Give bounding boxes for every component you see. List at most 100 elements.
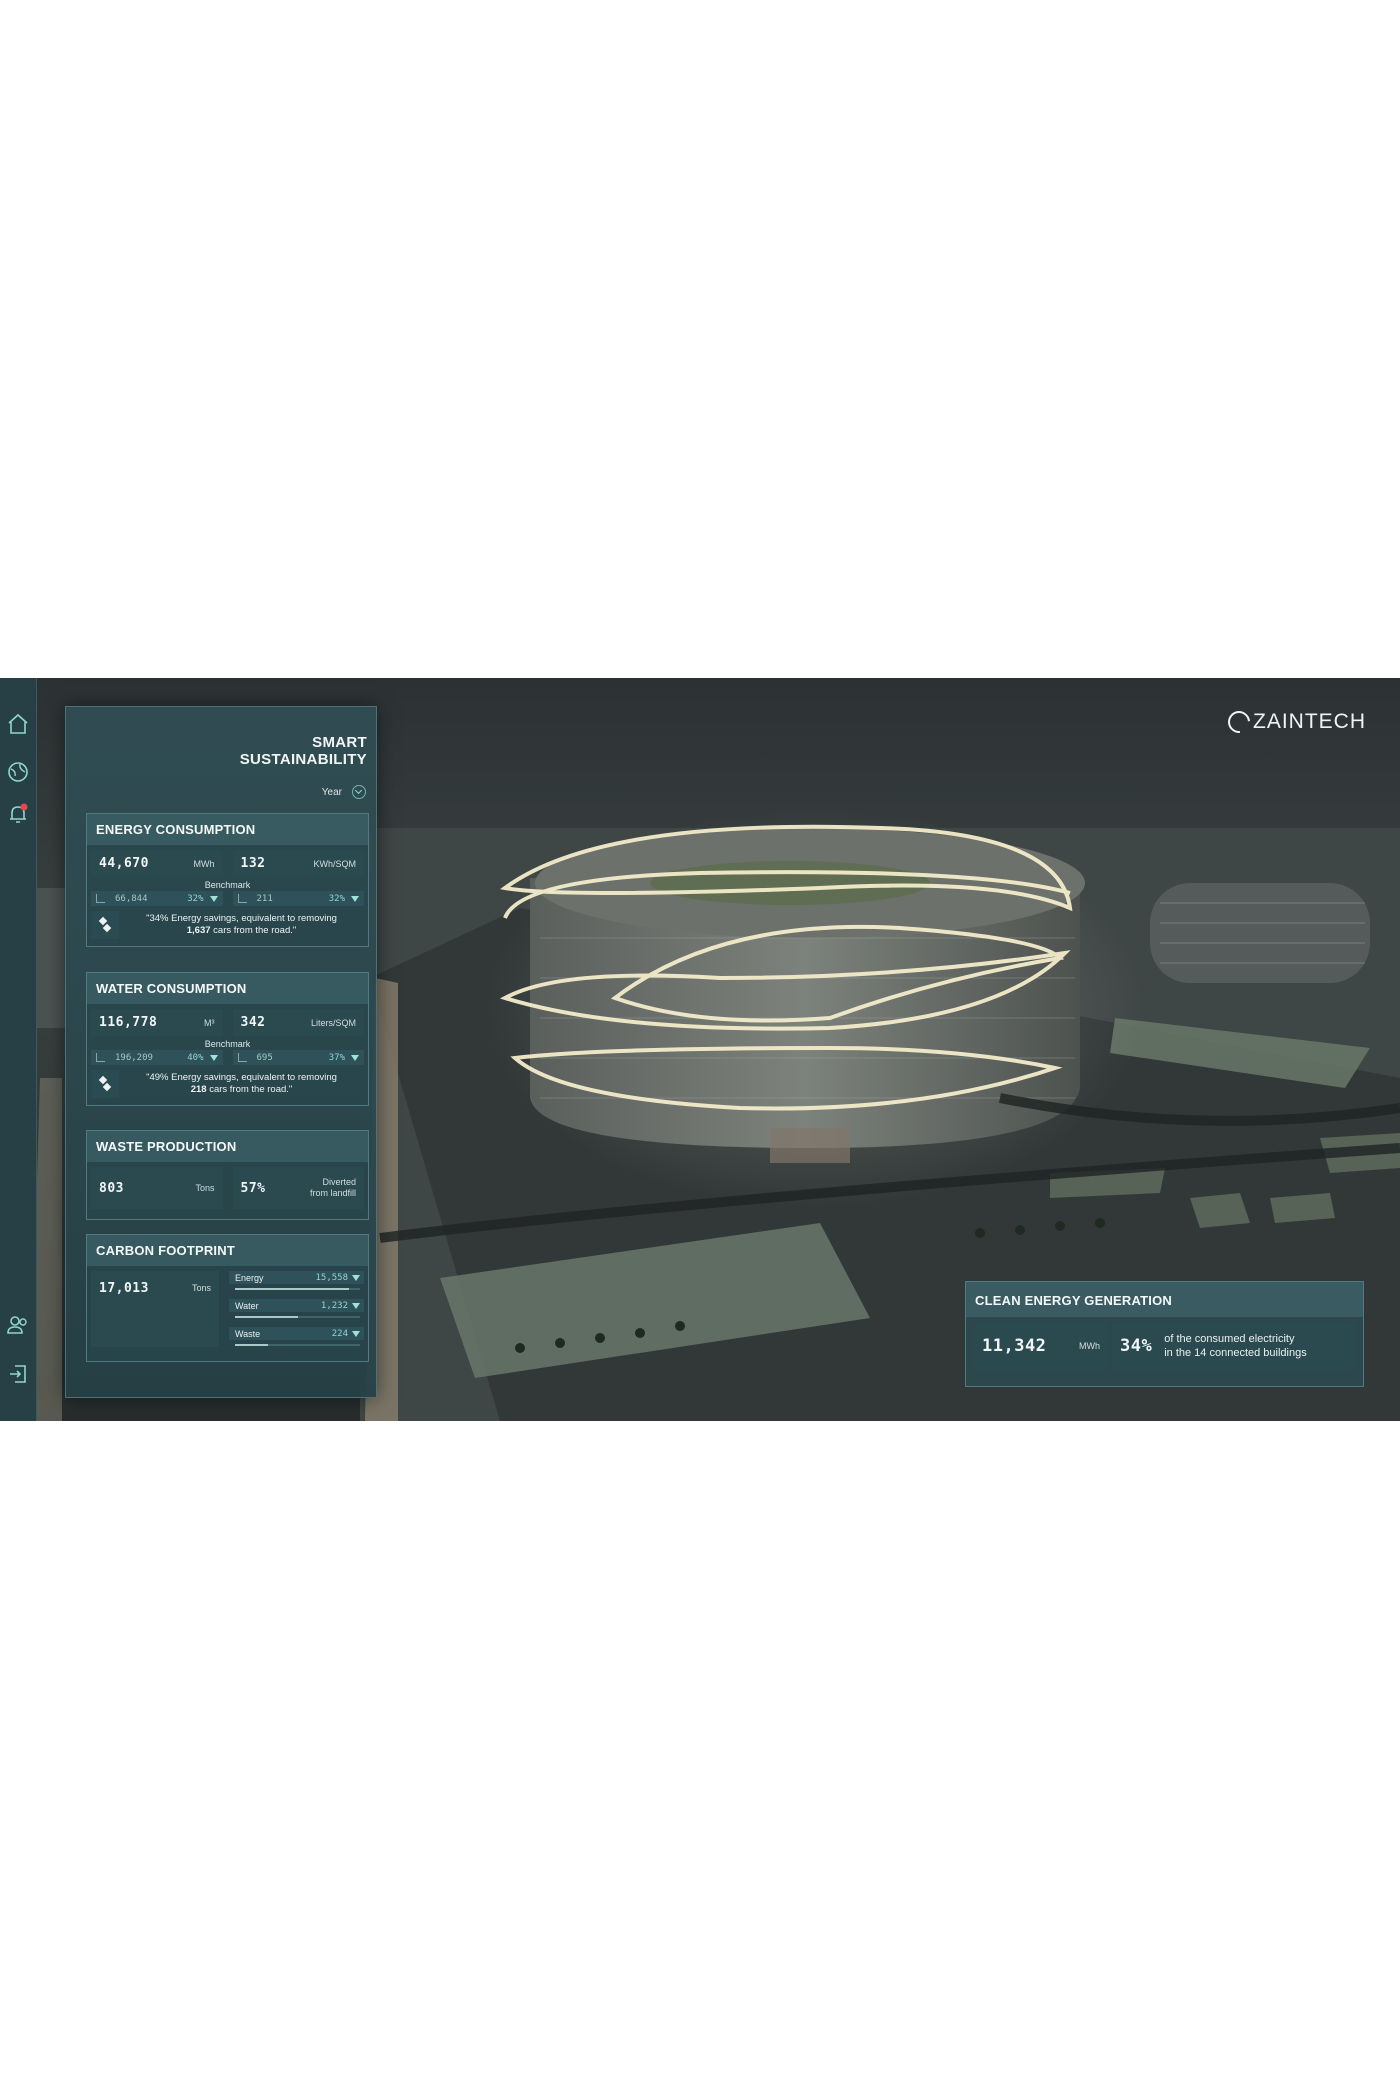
energy-card[interactable]: ENERGY CONSUMPTION 44,670 MWh 132 KWh/SQ… [86,813,369,947]
arrow-down-icon [352,1274,360,1281]
water-bench-intensity-value: 695 [256,1052,273,1063]
waste-diverted: 57% Diverted from landfill [232,1167,364,1209]
carbon-item-value: 15,558 [315,1272,348,1283]
water-quote-pre: "49% Energy savings, equivalent to remov… [146,1072,337,1083]
arrow-down-icon [352,1330,360,1337]
energy-bench-intensity-value: 211 [256,893,273,904]
water-card[interactable]: WATER CONSUMPTION 116,778 M³ 342 Liters/… [86,972,369,1106]
carbon-item-waste: Waste 224 [229,1327,364,1351]
arrow-down-icon [351,895,359,902]
clean-energy-share: 34% of the consumed electricity in the 1… [1112,1322,1355,1370]
chevron-down-icon [352,785,366,799]
carbon-item-bar [235,1344,360,1346]
logout-icon[interactable] [6,1362,30,1386]
waste-card[interactable]: WASTE PRODUCTION 803 Tons 57% Diverted f… [86,1130,369,1220]
brand-logo-text: ZAINTECH [1253,710,1366,733]
water-bench-intensity: 695 37% [232,1050,364,1065]
carbon-item-bar-fill [235,1344,268,1346]
brand-swirl-icon [1223,706,1255,738]
water-quote-post: cars from the road." [209,1084,293,1095]
energy-intensity-unit: KWh/SQM [313,858,356,869]
panel-title: SMART SUSTAINABILITY [240,734,367,768]
carbon-item-energy: Energy 15,558 [229,1271,364,1295]
clean-energy-unit: MWh [1079,1341,1100,1351]
energy-card-title: ENERGY CONSUMPTION [87,814,368,845]
waste-total: 803 Tons [91,1167,223,1209]
energy-total-value: 44,670 [99,856,149,871]
clean-energy-pct: 34% [1120,1336,1153,1356]
energy-total-unit: MWh [193,858,215,869]
water-benchmark-label: Benchmark [204,1039,251,1049]
period-select-value: Year [321,786,342,798]
arrow-down-icon [209,895,218,902]
waste-diverted-value: 57% [240,1180,266,1196]
carbon-total: 17,013 Tons [91,1271,219,1305]
energy-bench-intensity-pct: 32% [328,893,345,904]
energy-quote: "34% Energy savings, equivalent to remov… [87,906,368,945]
carbon-item-value: 224 [331,1328,348,1339]
clean-energy-desc-2: in the 14 connected buildings [1164,1347,1307,1359]
energy-quote-pre: "34% Energy savings, equivalent to remov… [146,913,337,924]
energy-total: 44,670 MWh [91,850,223,877]
carbon-card[interactable]: CARBON FOOTPRINT 17,013 Tons Energy 15,5… [86,1234,369,1362]
carbon-item-bar-fill [235,1288,349,1290]
water-intensity: 342 Liters/SQM [232,1009,364,1036]
energy-quote-count: 1,637 [186,925,211,936]
carbon-total-unit: Tons [191,1283,211,1293]
panel-title-line2: SUSTAINABILITY [239,751,367,768]
carbon-item-bar-fill [235,1316,298,1318]
waste-diverted-label-1: Diverted [322,1177,356,1187]
brand-logo: ZAINTECH [1223,706,1366,738]
water-quote: "49% Energy savings, equivalent to remov… [87,1065,368,1104]
bar-chart-icon [96,894,105,903]
carbon-item-water: Water 1,232 [229,1299,364,1323]
clean-energy-title: CLEAN ENERGY GENERATION [966,1282,1363,1317]
water-total-unit: M³ [204,1017,215,1028]
home-icon[interactable] [6,712,30,736]
energy-quote-post: cars from the road." [213,925,297,936]
period-select[interactable]: Year [322,785,366,799]
app-screen: ZAINTECH SMART SUSTAINABILITY Year ENERG… [0,678,1400,1421]
carbon-item-label: Energy [235,1272,264,1283]
globe-icon[interactable] [6,760,30,784]
energy-bench-total: 66,844 32% [91,891,223,906]
water-intensity-value: 342 [240,1015,266,1030]
water-bench-total-pct: 40% [187,1052,204,1063]
clean-energy-total: 11,342 MWh [974,1322,1108,1370]
waste-diverted-label-2: from landfill [309,1188,356,1198]
carbon-item-label: Waste [235,1328,261,1339]
clean-energy-desc-1: of the consumed electricity [1164,1333,1295,1345]
bar-chart-icon [96,1053,105,1062]
carbon-item-value: 1,232 [320,1300,348,1311]
energy-intensity: 132 KWh/SQM [232,850,364,877]
water-total: 116,778 M³ [91,1009,223,1036]
water-bench-total-value: 196,209 [115,1052,153,1063]
arrow-down-icon [209,1054,218,1061]
carbon-item-bar [235,1316,360,1318]
energy-bench-total-value: 66,844 [115,893,148,904]
users-icon[interactable] [6,1313,30,1337]
waste-card-title: WASTE PRODUCTION [87,1131,368,1162]
bar-chart-icon [237,894,247,903]
arrow-down-icon [351,1054,359,1061]
arrow-down-icon [352,1302,360,1309]
carbon-card-title: CARBON FOOTPRINT [87,1235,368,1266]
carbon-item-bar [235,1288,360,1290]
energy-bench-total-pct: 32% [187,893,204,904]
carbon-item-label: Water [235,1300,259,1311]
energy-intensity-value: 132 [240,856,266,871]
bell-alert-icon[interactable] [6,802,30,826]
clean-energy-value: 11,342 [982,1336,1047,1356]
water-card-title: WATER CONSUMPTION [87,973,368,1004]
water-bench-intensity-pct: 37% [328,1052,345,1063]
panel-title-line1: SMART [312,734,367,751]
water-bench-total: 196,209 40% [91,1050,223,1065]
diamond-icon [91,911,119,939]
clean-energy-card[interactable]: CLEAN ENERGY GENERATION 11,342 MWh 34% o… [965,1281,1364,1387]
nav-rail [0,678,37,1421]
water-intensity-unit: Liters/SQM [310,1017,356,1028]
sustainability-panel: SMART SUSTAINABILITY Year ENERGY CONSUMP… [65,706,377,1398]
bar-chart-icon [237,1053,247,1062]
water-total-value: 116,778 [99,1015,158,1030]
water-quote-count: 218 [190,1084,207,1095]
